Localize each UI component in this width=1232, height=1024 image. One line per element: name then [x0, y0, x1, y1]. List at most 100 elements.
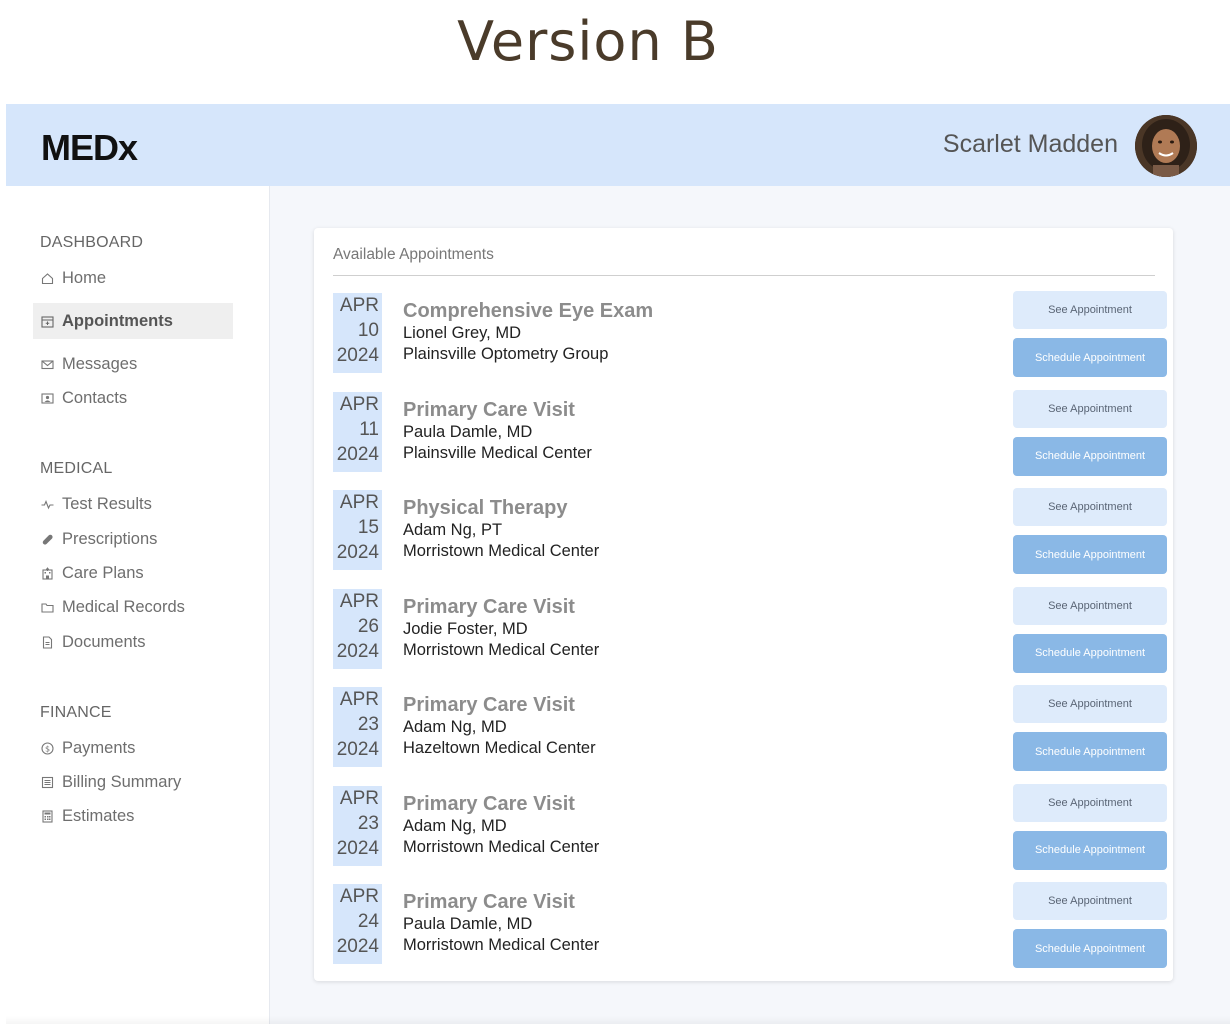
see-appointment-button[interactable]: See Appointment — [1013, 291, 1167, 329]
svg-text:$: $ — [44, 744, 49, 753]
hospital-icon — [40, 566, 54, 580]
appointment-title: Primary Care Visit — [403, 595, 575, 618]
date-month: APR — [339, 886, 379, 907]
sidebar-item-appointments[interactable]: Appointments — [33, 303, 233, 339]
see-appointment-button[interactable]: See Appointment — [1013, 882, 1167, 920]
pulse-icon — [40, 497, 54, 511]
receipt-icon — [40, 775, 54, 789]
appointment-info: Primary Care Visit Paula Damle, MD Plain… — [403, 398, 592, 464]
calendar-icon — [40, 314, 54, 328]
sidebar-item-label: Payments — [62, 738, 136, 757]
schedule-appointment-button[interactable]: Schedule Appointment — [1013, 633, 1167, 673]
sidebar-item-label: Medical Records — [62, 597, 185, 616]
appointment-row: APR 24 2024 Primary Care Visit Paula Dam… — [333, 882, 1168, 968]
date-month: APR — [339, 787, 379, 809]
card-title: Available Appointments — [333, 246, 1155, 276]
sidebar-item-billing-summary[interactable]: Billing Summary — [33, 764, 233, 800]
schedule-appointment-button[interactable]: Schedule Appointment — [1013, 732, 1167, 771]
date-day: 26 — [357, 615, 379, 637]
available-appointments-card: Available Appointments APR 10 2024 Compr… — [314, 228, 1173, 981]
appointment-date: APR 23 2024 — [333, 785, 382, 866]
see-appointment-button[interactable]: See Appointment — [1013, 685, 1167, 723]
appointment-location: Hazeltown Medical Center — [403, 739, 596, 757]
date-year: 2024 — [336, 837, 379, 859]
appointment-title: Primary Care Visit — [403, 694, 575, 716]
appointment-title: Physical Therapy — [403, 497, 568, 519]
appointment-location: Morristown Medical Center — [403, 542, 600, 560]
schedule-appointment-button[interactable]: Schedule Appointment — [1013, 535, 1167, 574]
appointment-doctor: Lionel Grey, MD — [403, 324, 521, 342]
appointment-location: Plainsville Optometry Group — [403, 345, 609, 363]
sidebar-item-label: Contacts — [62, 388, 128, 407]
appointment-info: Physical Therapy Adam Ng, PT Morristown … — [403, 496, 599, 562]
appointment-row: APR 10 2024 Comprehensive Eye Exam Lione… — [333, 291, 1168, 377]
date-year: 2024 — [336, 345, 379, 366]
sidebar-item-estimates[interactable]: Estimates — [33, 798, 233, 834]
date-year: 2024 — [336, 739, 379, 760]
bottom-shadow — [6, 1016, 1230, 1024]
see-appointment-button[interactable]: See Appointment — [1013, 389, 1167, 428]
appointment-doctor: Adam Ng, MD — [403, 718, 507, 736]
appointment-doctor: Paula Damle, MD — [403, 422, 533, 441]
date-month: APR — [339, 492, 379, 513]
appointment-row: APR 23 2024 Primary Care Visit Adam Ng, … — [333, 783, 1168, 870]
calculator-icon — [40, 809, 54, 823]
appointment-title: Comprehensive Eye Exam — [403, 300, 654, 322]
sidebar-item-label: Test Results — [62, 494, 152, 513]
date-month: APR — [339, 590, 379, 612]
date-year: 2024 — [336, 443, 379, 465]
appointment-date: APR 24 2024 — [333, 884, 382, 964]
avatar[interactable] — [1135, 115, 1197, 177]
appointment-title: Primary Care Visit — [403, 891, 575, 913]
sidebar-item-prescriptions[interactable]: Prescriptions — [33, 521, 233, 557]
schedule-appointment-button[interactable]: Schedule Appointment — [1013, 929, 1167, 968]
see-appointment-button[interactable]: See Appointment — [1013, 783, 1167, 822]
see-appointment-button[interactable]: See Appointment — [1013, 488, 1167, 526]
appointment-title: Primary Care Visit — [403, 792, 575, 815]
sidebar-item-label: Billing Summary — [62, 772, 182, 791]
appointment-info: Primary Care Visit Adam Ng, MD Hazeltown… — [403, 693, 596, 759]
date-year: 2024 — [336, 640, 379, 662]
appointment-date: APR 26 2024 — [333, 588, 382, 669]
appointment-title: Primary Care Visit — [403, 398, 575, 421]
sidebar-item-medical-records[interactable]: Medical Records — [33, 589, 233, 625]
date-day: 10 — [357, 320, 379, 341]
sidebar-item-label: Care Plans — [62, 563, 144, 582]
pill-icon — [40, 532, 54, 546]
user-name[interactable]: Scarlet Madden — [943, 130, 1118, 159]
appointment-date: APR 23 2024 — [333, 687, 382, 767]
date-year: 2024 — [336, 542, 379, 563]
date-month: APR — [339, 689, 379, 710]
section-title-dashboard: DASHBOARD — [40, 234, 144, 251]
appointment-info: Comprehensive Eye Exam Lionel Grey, MD P… — [403, 299, 653, 365]
date-day: 11 — [359, 418, 379, 440]
date-day: 24 — [357, 911, 379, 932]
appointment-date: APR 10 2024 — [333, 293, 382, 373]
appointment-date: APR 15 2024 — [333, 490, 382, 570]
sidebar-item-contacts[interactable]: Contacts — [33, 380, 233, 416]
sidebar-item-test-results[interactable]: Test Results — [33, 486, 233, 522]
appointment-location: Morristown Medical Center — [403, 837, 600, 856]
appointment-info: Primary Care Visit Adam Ng, MD Morristow… — [403, 792, 599, 858]
schedule-appointment-button[interactable]: Schedule Appointment — [1013, 338, 1167, 377]
app-logo[interactable]: MEDx — [41, 127, 138, 169]
sidebar-item-label: Appointments — [62, 311, 173, 330]
sidebar-item-messages[interactable]: Messages — [33, 346, 233, 382]
sidebar-item-home[interactable]: Home — [33, 260, 233, 296]
sidebar-item-documents[interactable]: Documents — [33, 624, 233, 660]
appointment-info: Primary Care Visit Paula Damle, MD Morri… — [403, 890, 599, 956]
contact-card-icon — [40, 391, 54, 405]
appointment-location: Plainsville Medical Center — [403, 443, 592, 462]
schedule-appointment-button[interactable]: Schedule Appointment — [1013, 830, 1167, 870]
date-day: 23 — [357, 714, 379, 735]
dollar-coin-icon: $ — [40, 741, 54, 755]
sidebar-item-label: Documents — [62, 632, 146, 651]
sidebar-item-payments[interactable]: $ Payments — [33, 730, 233, 766]
app-window: MEDx Scarlet Madden DASHBOARD Home Appoi… — [6, 104, 1230, 1024]
sidebar-item-label: Prescriptions — [62, 529, 158, 548]
date-day: 23 — [357, 812, 379, 834]
top-bar: MEDx Scarlet Madden — [6, 104, 1230, 186]
see-appointment-button[interactable]: See Appointment — [1013, 586, 1167, 625]
sidebar-item-care-plans[interactable]: Care Plans — [33, 555, 233, 591]
schedule-appointment-button[interactable]: Schedule Appointment — [1013, 436, 1167, 476]
